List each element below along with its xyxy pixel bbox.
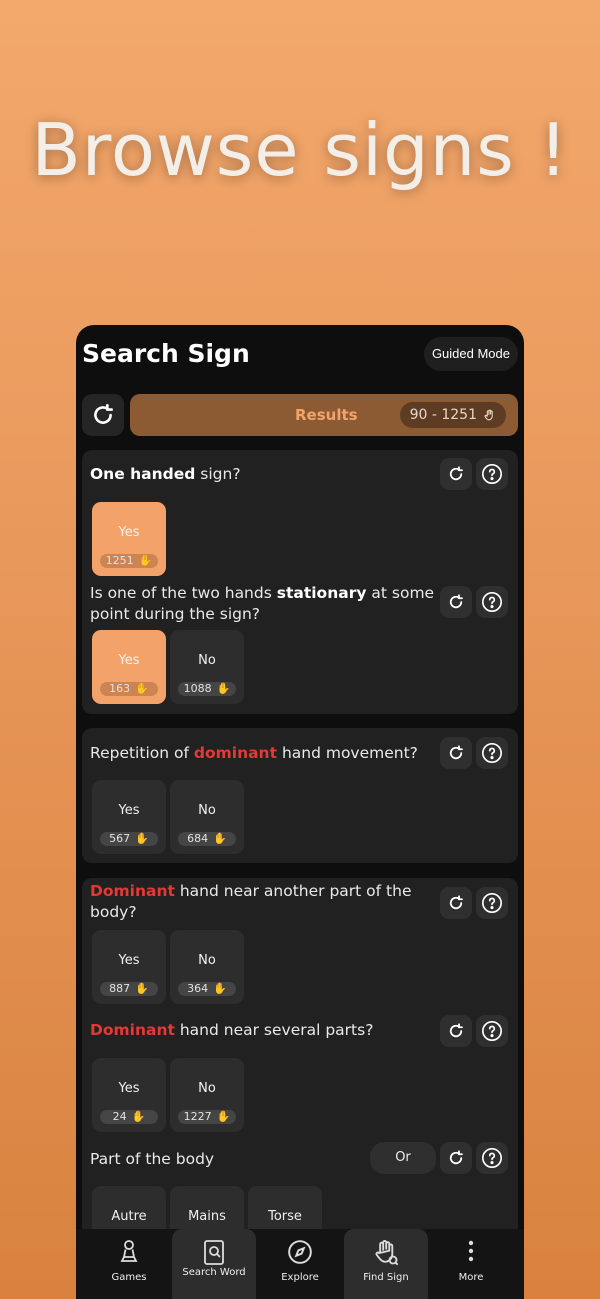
results-count: 90 - 1251 bbox=[409, 407, 477, 423]
reset-question-button[interactable] bbox=[440, 458, 472, 490]
option-count: 364 ✋ bbox=[178, 982, 236, 996]
reset-question-button[interactable] bbox=[440, 737, 472, 769]
help-button[interactable] bbox=[476, 1142, 508, 1174]
refresh-icon bbox=[449, 594, 463, 609]
help-icon bbox=[482, 464, 502, 484]
hand-search-icon bbox=[375, 1240, 399, 1266]
bottom-navigation: Games Search Word Explore Find Sign More bbox=[76, 1229, 524, 1299]
compass-icon bbox=[288, 1240, 312, 1264]
option-yes[interactable]: Yes 24 ✋ bbox=[92, 1058, 166, 1132]
help-icon bbox=[482, 893, 502, 913]
help-icon bbox=[482, 743, 502, 763]
option-yes[interactable]: Yes 1251 ✋ bbox=[92, 502, 166, 576]
nav-explore[interactable]: Explore bbox=[256, 1229, 344, 1299]
option-yes[interactable]: Yes 567 ✋ bbox=[92, 780, 166, 854]
nav-search-word[interactable]: Search Word bbox=[172, 1229, 256, 1299]
results-button[interactable]: Results 90 - 1251 bbox=[130, 394, 518, 436]
page-title: Search Sign bbox=[82, 339, 250, 368]
help-icon bbox=[482, 592, 502, 612]
help-icon bbox=[482, 1021, 502, 1041]
results-label: Results bbox=[295, 406, 358, 424]
reset-question-button[interactable] bbox=[440, 1015, 472, 1047]
hand-icon: ✋ bbox=[216, 682, 231, 695]
app-screen: Search Sign Guided Mode Results 90 - 125… bbox=[76, 325, 524, 1299]
option-no[interactable]: No 1227 ✋ bbox=[170, 1058, 244, 1132]
question-card-handedness: One handed sign? Yes 1251 ✋ Is one of the… bbox=[82, 450, 518, 714]
option-no[interactable]: No 1088 ✋ bbox=[170, 630, 244, 704]
refresh-icon bbox=[449, 1023, 463, 1038]
option-count: 24 ✋ bbox=[100, 1110, 158, 1124]
question-one-handed: One handed sign? bbox=[90, 465, 241, 483]
results-count-badge: 90 - 1251 bbox=[399, 402, 506, 428]
refresh-icon bbox=[449, 466, 463, 481]
reset-question-button[interactable] bbox=[440, 586, 472, 618]
option-no[interactable]: No 684 ✋ bbox=[170, 780, 244, 854]
reset-question-button[interactable] bbox=[440, 1142, 472, 1174]
option-yes[interactable]: Yes 163 ✋ bbox=[92, 630, 166, 704]
hand-icon: ✋ bbox=[213, 832, 227, 845]
refresh-icon bbox=[449, 745, 463, 760]
question-repetition: Repetition of dominant hand movement? bbox=[90, 744, 418, 762]
help-button[interactable] bbox=[476, 887, 508, 919]
banner-title: Browse signs ! bbox=[31, 108, 569, 192]
nav-games[interactable]: Games bbox=[86, 1229, 172, 1299]
hand-icon: ✋ bbox=[135, 832, 149, 845]
option-count: 567 ✋ bbox=[100, 832, 158, 846]
question-several-parts: Dominant hand near several parts? bbox=[90, 1021, 374, 1039]
help-button[interactable] bbox=[476, 586, 508, 618]
nav-find-sign[interactable]: Find Sign bbox=[344, 1229, 428, 1299]
question-near-body: Dominant hand near another part of the b… bbox=[90, 882, 412, 921]
hand-icon bbox=[484, 409, 493, 420]
help-icon bbox=[482, 1148, 502, 1168]
option-count: 1251 ✋ bbox=[100, 554, 158, 568]
help-button[interactable] bbox=[476, 1015, 508, 1047]
option-count: 684 ✋ bbox=[178, 832, 236, 846]
or-toggle-button[interactable]: Or bbox=[370, 1142, 436, 1174]
nav-more[interactable]: More bbox=[428, 1229, 514, 1299]
option-count: 1227 ✋ bbox=[178, 1110, 236, 1124]
hand-icon: ✋ bbox=[131, 1110, 146, 1123]
option-yes[interactable]: Yes 887 ✋ bbox=[92, 930, 166, 1004]
refresh-icon bbox=[449, 1150, 463, 1165]
option-count: 887 ✋ bbox=[100, 982, 158, 996]
question-card-repetition: Repetition of dominant hand movement? Ye… bbox=[82, 728, 518, 863]
help-button[interactable] bbox=[476, 737, 508, 769]
reset-question-button[interactable] bbox=[440, 887, 472, 919]
help-button[interactable] bbox=[476, 458, 508, 490]
question-card-body: Dominant hand near another part of the b… bbox=[82, 878, 518, 1260]
more-vertical-icon bbox=[468, 1240, 474, 1262]
pawn-icon bbox=[120, 1240, 138, 1262]
refresh-icon bbox=[94, 403, 113, 424]
hand-icon: ✋ bbox=[135, 682, 149, 695]
hand-icon: ✋ bbox=[216, 1110, 231, 1123]
hand-icon: ✋ bbox=[138, 554, 153, 567]
guided-mode-button[interactable]: Guided Mode bbox=[423, 337, 518, 371]
hand-icon: ✋ bbox=[213, 982, 227, 995]
question-stationary: Is one of the two hands stationary at so… bbox=[90, 584, 435, 623]
refresh-icon bbox=[449, 895, 463, 910]
option-no[interactable]: No 364 ✋ bbox=[170, 930, 244, 1004]
option-count: 1088 ✋ bbox=[178, 682, 236, 696]
hand-icon: ✋ bbox=[135, 982, 149, 995]
book-search-icon bbox=[204, 1240, 224, 1265]
reset-all-button[interactable] bbox=[82, 394, 124, 436]
question-part-of-body: Part of the body bbox=[90, 1150, 215, 1168]
option-count: 163 ✋ bbox=[100, 682, 158, 696]
header: Search Sign Guided Mode bbox=[82, 337, 518, 373]
